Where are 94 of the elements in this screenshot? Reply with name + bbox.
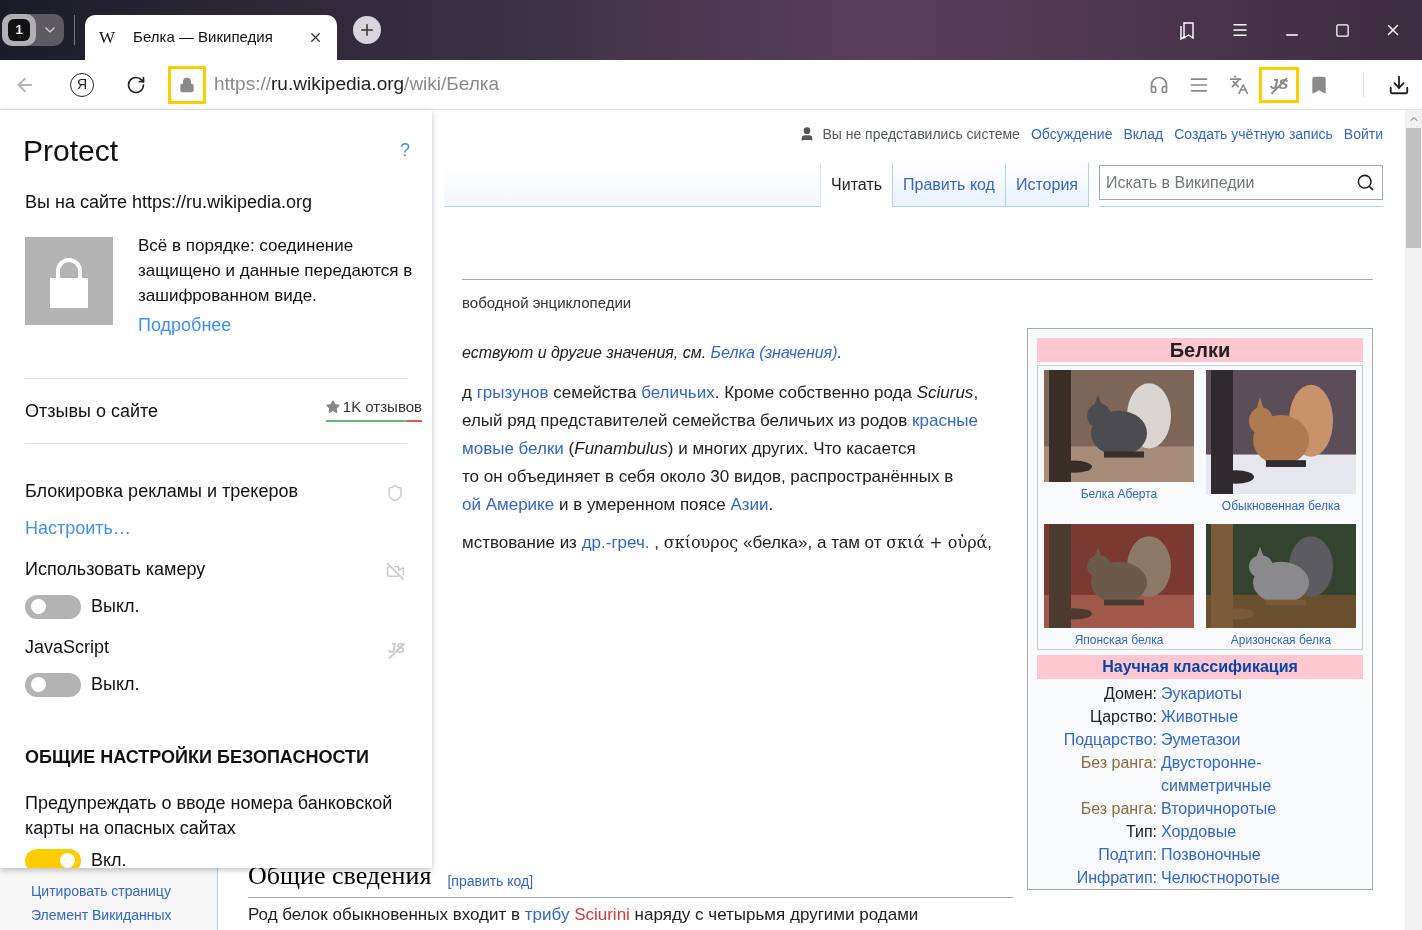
- image-caption: Японская белка: [1074, 632, 1164, 649]
- article-link[interactable]: мовые белки: [462, 438, 564, 458]
- sidebar-link[interactable]: Элемент Викиданных: [31, 903, 217, 927]
- url-text[interactable]: https://ru.wikipedia.org/wiki/Белка: [214, 70, 500, 99]
- article-link[interactable]: грызунов: [476, 382, 549, 402]
- translate-icon: [1229, 74, 1249, 95]
- image-caption: Обыкновенная белка: [1221, 498, 1341, 515]
- classification-label: Без ранга:: [1079, 753, 1157, 773]
- toggle-state: Выкл.: [91, 595, 140, 618]
- classification-header: Научная классификация: [1037, 655, 1363, 679]
- paragraph-line: то он объединяет в себя около 30 видов, распространённых в: [462, 465, 954, 488]
- page-tab[interactable]: История: [1005, 163, 1089, 207]
- plus-icon: [358, 21, 376, 39]
- tab-favicon: W: [99, 26, 116, 49]
- new-tab-button[interactable]: [353, 16, 381, 44]
- classification-label: Без ранга:: [1079, 799, 1157, 819]
- classification-label: Тип:: [1124, 822, 1157, 842]
- maximize-icon[interactable]: [1335, 22, 1350, 38]
- tagline: вободной энциклопедии: [462, 293, 632, 313]
- toggle-switch[interactable]: [25, 672, 81, 697]
- article-link[interactable]: Sciurini: [574, 905, 630, 924]
- bookmarks-icon[interactable]: [1179, 20, 1197, 40]
- shield-icon: [386, 484, 404, 502]
- status-text: Всё в порядке: соединение защищено и данные передаются в зашифрованном виде.: [138, 235, 414, 307]
- classification-value[interactable]: Животные: [1161, 705, 1291, 728]
- toggle-switch[interactable]: [25, 848, 81, 868]
- article-link[interactable]: Азии: [730, 494, 769, 514]
- paragraph-line: мовые белки (Funambulus) и многих других. Что касается: [462, 437, 916, 460]
- edit-section-link[interactable]: [править код]: [447, 871, 534, 892]
- tab-title: Белка — Википедия: [133, 27, 273, 48]
- personal-link[interactable]: Войти: [1343, 123, 1383, 145]
- setting-label: Блокировка рекламы и трекеров: [25, 480, 299, 503]
- menu-icon[interactable]: [1231, 21, 1249, 39]
- paragraph-line: мствование из др.-греч. , σκίουρος «белка», а там от σκιά + οὐρά,: [462, 531, 993, 554]
- personal-link[interactable]: Обсуждение: [1030, 123, 1113, 145]
- classification-value[interactable]: Вторичноротые: [1161, 797, 1291, 820]
- image-caption: Белка Аберта: [1080, 486, 1158, 503]
- help-link[interactable]: ?: [400, 137, 410, 164]
- classification-value[interactable]: Позвоночные: [1161, 843, 1291, 866]
- anonymous-notice: Вы не представились системе: [822, 124, 1020, 144]
- classification-label: Подцарство:: [1062, 730, 1157, 750]
- more-link[interactable]: Подробнее: [138, 312, 416, 339]
- download-icon[interactable]: [1388, 73, 1410, 96]
- headphones-icon: [1149, 74, 1169, 95]
- classification-label: Царство:: [1089, 707, 1157, 727]
- article-link[interactable]: трибу: [524, 905, 570, 924]
- classification-label: Инфратип:: [1075, 868, 1157, 888]
- reviews-link[interactable]: 1K отзывов: [325, 395, 422, 423]
- section-heading: Общие сведения: [248, 860, 432, 892]
- setting-label: Использовать камеру: [25, 558, 206, 581]
- infobox-title: Белки: [1037, 338, 1363, 362]
- setting-label: JavaScript: [25, 636, 110, 659]
- close-icon[interactable]: [308, 30, 323, 45]
- classification-label: Домен:: [1102, 684, 1157, 704]
- toggle-switch[interactable]: [25, 594, 81, 619]
- tab-counter-button[interactable]: 1: [2, 14, 64, 46]
- hatnote: ествуют и другие значения, см. Белка (значения).: [462, 342, 842, 363]
- sidebar-link[interactable]: Цитировать страницу: [31, 879, 217, 903]
- article-link[interactable]: беличьих: [641, 382, 715, 402]
- search-field[interactable]: Искать в Википедии: [1099, 165, 1383, 200]
- paragraph-line: Род белок обыкновенных входит в трибу Sciurini наряду с четырьмя другими родами: [248, 904, 919, 926]
- personal-link[interactable]: Создать учётную запись: [1174, 123, 1333, 145]
- toggle-state: Вкл.: [91, 849, 127, 868]
- paragraph-line: д грызунов семейства беличьих. Кроме собственно рода Sciurus,: [462, 381, 979, 404]
- star-icon: [325, 400, 340, 414]
- personal-link[interactable]: Вклад: [1123, 123, 1164, 145]
- reviews-label: Отзывы о сайте: [25, 399, 159, 423]
- toggle-state: Выкл.: [91, 673, 140, 696]
- classification-value[interactable]: Челюстноротые: [1161, 866, 1291, 889]
- article-link[interactable]: ой Америке: [462, 494, 555, 514]
- bookmark-icon: [1309, 74, 1329, 95]
- lock-button[interactable]: [168, 65, 206, 104]
- classification-value[interactable]: Эукариоты: [1161, 682, 1291, 705]
- reload-icon[interactable]: [126, 74, 146, 95]
- classification-value[interactable]: Эуметазои: [1161, 728, 1291, 751]
- article-link[interactable]: красные: [912, 410, 978, 430]
- classification-value[interactable]: Двусторонне-симметричные: [1161, 751, 1291, 797]
- setting-label: Предупреждать о вводе номера банковской карты на опасных сайтах: [25, 792, 394, 840]
- paragraph-line: елый ряд представителей семейства беличьих из родов красные: [462, 409, 978, 432]
- panel-title: Protect: [23, 133, 119, 169]
- article-link[interactable]: др.-греч.: [581, 532, 650, 552]
- site-line: Вы на сайте https://ru.wikipedia.org: [25, 191, 314, 214]
- section-title: ОБЩИЕ НАСТРОЙКИ БЕЗОПАСНОСТИ: [25, 745, 370, 769]
- paragraph-line: ой Америке и в умеренном поясе Азии.: [462, 493, 774, 516]
- configure-link[interactable]: Настроить…: [25, 515, 407, 542]
- camera-off-icon: [386, 562, 405, 581]
- lock-icon: [179, 76, 195, 93]
- image-caption: Аризонская белка: [1230, 632, 1332, 649]
- search-icon[interactable]: [1356, 173, 1375, 192]
- classification-value[interactable]: Хордовые: [1161, 820, 1291, 843]
- browser-tab[interactable]: W Белка — Википедия: [85, 15, 337, 60]
- scrollbar-thumb[interactable]: [1406, 128, 1421, 248]
- page-tab[interactable]: Править код: [893, 163, 1006, 207]
- classification-label: Подтип:: [1097, 845, 1157, 865]
